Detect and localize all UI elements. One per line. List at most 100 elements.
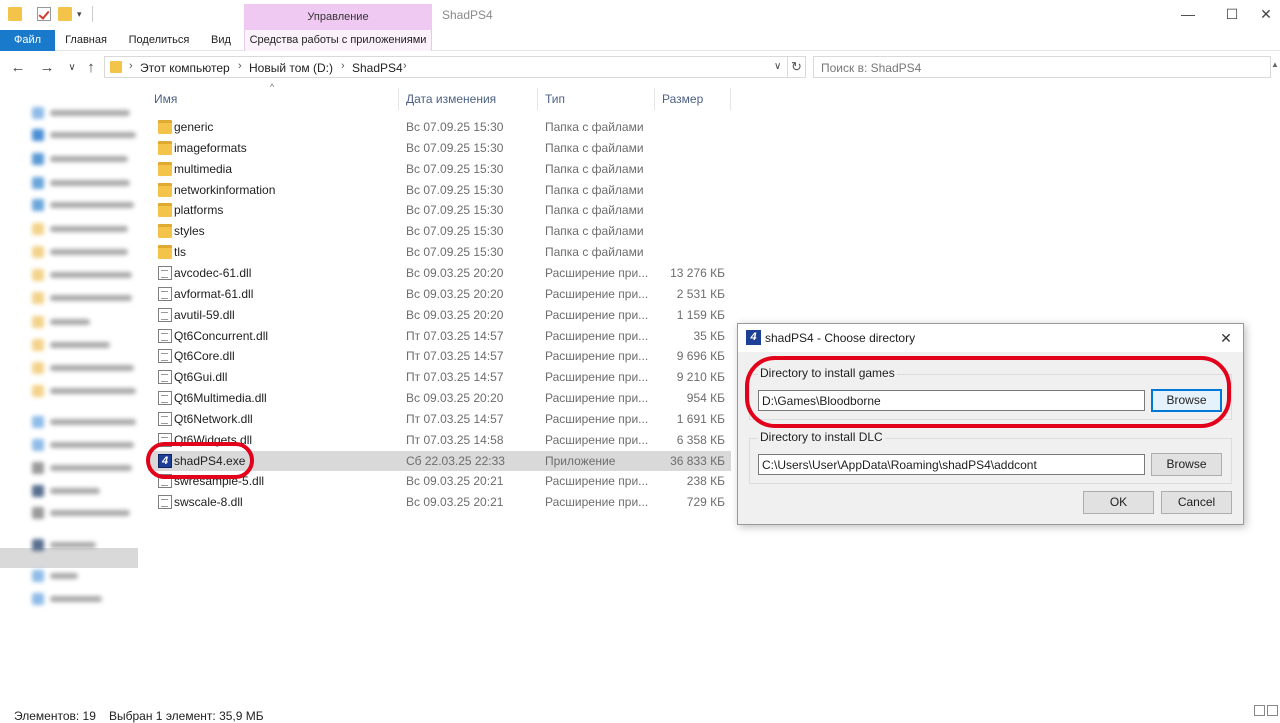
file-row[interactable]: multimedia Вс 07.09.25 15:30 Папка с файла… — [148, 159, 731, 179]
dialog-title: shadPS4 - Choose directory — [765, 331, 916, 345]
file-name: Qt6Multimedia.dll — [174, 391, 267, 406]
dlc-browse-button[interactable]: Browse — [1151, 453, 1222, 476]
breadcrumb-separator-icon[interactable]: › — [341, 60, 345, 72]
file-row[interactable]: generic Вс 07.09.25 15:30 Папка с файлами — [148, 117, 731, 137]
file-row[interactable]: Qt6Network.dll Пт 07.03.25 14:57 Расширени… — [148, 409, 731, 429]
dlc-directory-input[interactable]: C:\Users\User\AppData\Roaming\shadPS4\ad… — [758, 454, 1145, 475]
file-type: Расширение при... — [545, 391, 649, 406]
breadcrumb-shadps4[interactable]: ShadPS4 — [352, 61, 403, 75]
file-date: Вс 09.03.25 20:20 — [406, 265, 504, 280]
properties-check-icon[interactable] — [37, 7, 51, 21]
up-arrow-icon[interactable]: ↑ — [83, 60, 99, 76]
search-input[interactable]: Поиск в: ShadPS4 — [813, 56, 1271, 78]
file-type: Расширение при... — [545, 307, 649, 322]
back-arrow-icon[interactable]: ← — [10, 60, 26, 76]
file-list-header: ^ Имя Дата изменения Тип Размер — [140, 82, 740, 110]
file-row[interactable]: avcodec-61.dll Вс 09.03.25 20:20 Расширени… — [148, 263, 731, 283]
file-row[interactable]: Qt6Concurrent.dll Пт 07.03.25 14:57 Расшир… — [148, 326, 731, 346]
scrollbar[interactable]: ▲ — [1271, 52, 1280, 704]
file-row[interactable]: Qt6Multimedia.dll Вс 09.03.25 20:20 Расшир… — [148, 388, 731, 408]
tab-home[interactable]: Главная — [60, 30, 112, 51]
file-row[interactable]: Qt6Core.dll Пт 07.03.25 14:57 Расширение п… — [148, 346, 731, 366]
column-header-size[interactable]: Размер — [662, 92, 703, 106]
breadcrumb-separator-icon[interactable]: › — [238, 60, 242, 72]
file-row[interactable]: platforms Вс 07.09.25 15:30 Папка с файлам… — [148, 200, 731, 220]
column-divider[interactable] — [654, 88, 655, 110]
column-header-name[interactable]: Имя — [154, 92, 177, 106]
column-divider[interactable] — [398, 88, 399, 110]
file-size: 1 159 КБ — [676, 307, 725, 322]
file-row[interactable]: imageformats Вс 07.09.25 15:30 Папка с фай… — [148, 138, 731, 158]
file-type: Папка с файлами — [545, 224, 644, 239]
breadcrumb-separator-icon[interactable]: › — [129, 60, 133, 72]
file-size: 954 КБ — [686, 391, 725, 406]
file-type: Папка с файлами — [545, 161, 644, 176]
context-tab-manage[interactable]: Управление — [244, 4, 432, 30]
status-bar: Элементов: 19 Выбран 1 элемент: 35,9 МБ — [0, 704, 1280, 723]
file-size: 9 210 КБ — [676, 370, 725, 385]
file-row[interactable]: avformat-61.dll Вс 09.03.25 20:20 Расширен… — [148, 284, 731, 304]
large-icons-view-icon[interactable] — [1267, 705, 1278, 716]
file-date: Пт 07.03.25 14:57 — [406, 328, 504, 343]
address-bar[interactable]: › Этот компьютер › Новый том (D:) › Shad… — [104, 56, 788, 78]
column-divider[interactable] — [730, 88, 731, 110]
column-divider[interactable] — [537, 88, 538, 110]
tab-file[interactable]: Файл — [0, 30, 55, 51]
file-row[interactable]: swscale-8.dll Вс 09.03.25 20:21 Расширение… — [148, 492, 731, 512]
new-folder-icon[interactable] — [58, 7, 72, 21]
folder-icon — [158, 140, 172, 155]
maximize-button[interactable]: ☐ — [1222, 6, 1242, 22]
status-selection: Выбран 1 элемент: 35,9 МБ — [109, 709, 264, 723]
file-name: Qt6Network.dll — [174, 411, 253, 426]
file-type: Расширение при... — [545, 432, 649, 447]
dll-file-icon — [158, 349, 172, 364]
file-size: 729 КБ — [686, 495, 725, 510]
qat-dropdown-icon[interactable]: ▾ — [77, 9, 82, 20]
dialog-close-button[interactable]: ✕ — [1216, 328, 1236, 348]
dll-file-icon — [158, 265, 172, 280]
sidebar-selected-item[interactable] — [0, 548, 138, 568]
file-row[interactable]: tls Вс 07.09.25 15:30 Папка с файлами — [148, 242, 731, 262]
file-name: swscale-8.dll — [174, 495, 243, 510]
refresh-button[interactable]: ↻ — [788, 56, 806, 78]
dll-file-icon — [158, 495, 172, 510]
file-date: Вс 09.03.25 20:21 — [406, 474, 504, 489]
file-type: Папка с файлами — [545, 120, 644, 134]
forward-arrow-icon[interactable]: → — [39, 60, 55, 76]
tab-share[interactable]: Поделиться — [124, 30, 194, 51]
dialog-title-bar: 4 shadPS4 - Choose directory ✕ — [738, 324, 1243, 352]
scroll-up-icon[interactable]: ▲ — [1271, 60, 1279, 69]
breadcrumb-separator-icon[interactable]: › — [403, 60, 407, 72]
details-view-icon[interactable] — [1254, 705, 1265, 716]
file-name: imageformats — [174, 140, 247, 155]
recent-dropdown-icon[interactable]: ∨ — [64, 60, 80, 76]
file-row[interactable]: avutil-59.dll Вс 09.03.25 20:20 Расширение… — [148, 305, 731, 325]
file-type: Папка с файлами — [545, 245, 644, 260]
minimize-button[interactable]: — — [1178, 6, 1198, 22]
file-row[interactable]: styles Вс 07.09.25 15:30 Папка с файлами — [148, 221, 731, 241]
close-button[interactable]: ✕ — [1256, 6, 1276, 22]
ok-button[interactable]: OK — [1083, 491, 1154, 514]
file-date: Пт 07.03.25 14:57 — [406, 349, 504, 364]
breadcrumb-this-pc[interactable]: Этот компьютер — [140, 61, 230, 75]
address-dropdown-icon[interactable]: ∨ — [774, 61, 781, 72]
tab-app-tools[interactable]: Средства работы с приложениями — [244, 30, 432, 51]
file-row[interactable]: Qt6Gui.dll Пт 07.03.25 14:57 Расширение пр… — [148, 367, 731, 387]
folder-icon — [158, 161, 172, 176]
file-size: 13 276 КБ — [670, 265, 725, 280]
highlight-ring-exe — [146, 442, 254, 479]
file-name: Qt6Concurrent.dll — [174, 328, 269, 343]
column-header-type[interactable]: Тип — [545, 92, 565, 106]
file-size: 238 КБ — [686, 474, 725, 489]
folder-icon — [158, 245, 172, 260]
file-row[interactable]: networkinformation Вс 07.09.25 15:30 Папка… — [148, 180, 731, 200]
window-title: ShadPS4 — [442, 8, 493, 22]
column-header-date[interactable]: Дата изменения — [406, 92, 496, 106]
folder-icon — [158, 120, 172, 134]
file-type: Расширение при... — [545, 474, 649, 489]
shadps4-app-icon: 4 — [746, 330, 761, 345]
file-date: Вс 07.09.25 15:30 — [406, 245, 504, 260]
breadcrumb-drive-d[interactable]: Новый том (D:) — [249, 61, 333, 75]
tab-view[interactable]: Вид — [205, 30, 237, 51]
cancel-button[interactable]: Cancel — [1161, 491, 1232, 514]
